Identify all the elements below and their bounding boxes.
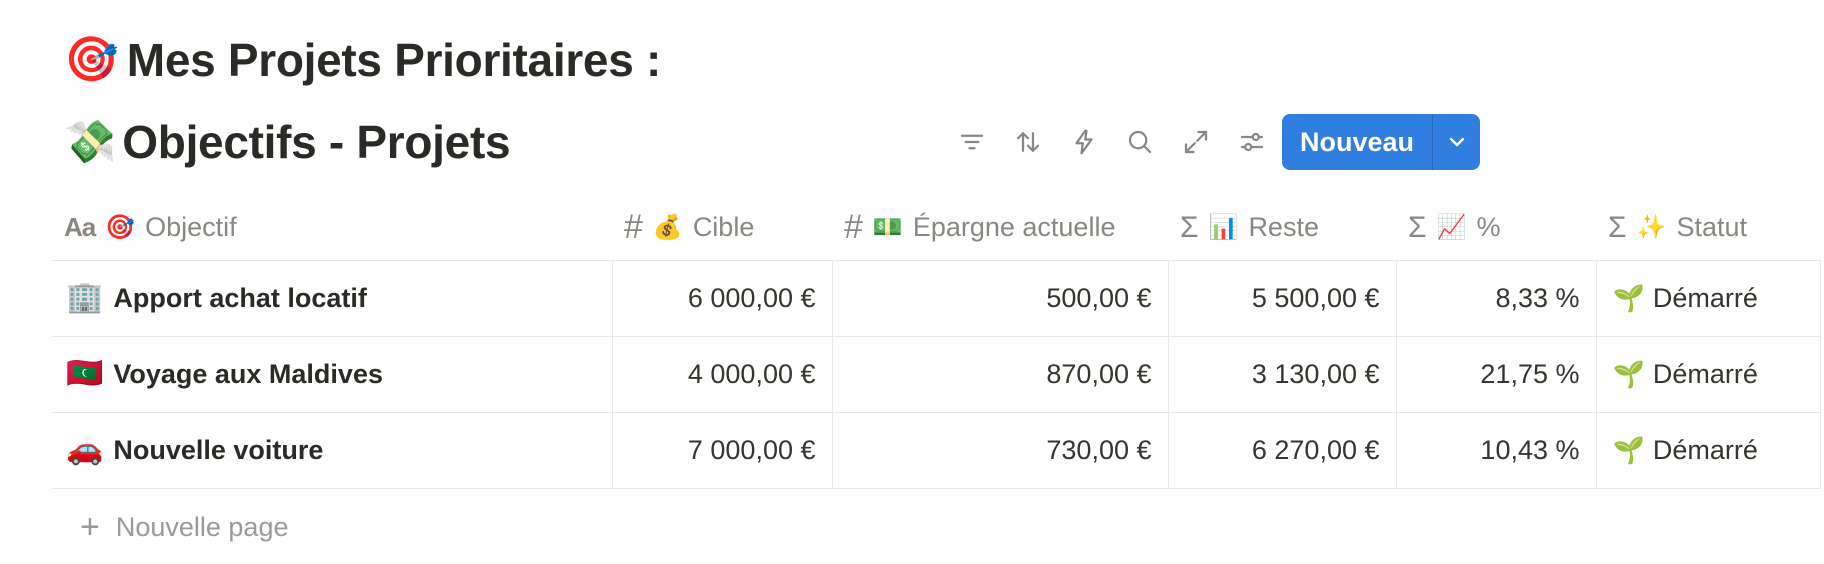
target-emoji-icon: 🎯 (64, 35, 119, 84)
column-label: % (1476, 212, 1501, 243)
plus-icon: + (80, 508, 100, 546)
automation-icon[interactable] (1056, 114, 1112, 170)
column-label: Objectif (145, 212, 237, 243)
column-header-objectif[interactable]: Aa 🎯 Objectif (52, 196, 612, 261)
money-wings-emoji-icon: 💸 (64, 118, 117, 165)
money-bag-emoji-icon: 💰 (652, 214, 683, 242)
database-table: Aa 🎯 Objectif # 💰 Cible # 💵 Épargne actu… (52, 196, 1821, 489)
formula-type-icon: Σ (1408, 210, 1427, 244)
database-title-text[interactable]: Objectifs - Projets (122, 115, 510, 169)
new-button-dropdown[interactable] (1432, 114, 1481, 170)
column-header-reste[interactable]: Σ 📊 Reste (1168, 196, 1396, 261)
column-label: Statut (1676, 212, 1747, 243)
status-label: Démarré (1652, 358, 1758, 389)
row-title[interactable]: Nouvelle voiture (113, 435, 323, 466)
office-building-emoji-icon: 🏢 (66, 281, 104, 314)
epargne-cell[interactable]: 870,00 € (832, 336, 1169, 413)
new-button-group: Nouveau (1282, 114, 1481, 170)
new-page-button[interactable]: + Nouvelle page (80, 502, 289, 552)
table-header-row: Aa 🎯 Objectif # 💰 Cible # 💵 Épargne actu… (52, 196, 1820, 261)
bar-chart-emoji-icon: 📊 (1208, 214, 1239, 242)
cible-cell[interactable]: 7 000,00 € (612, 412, 833, 489)
page-title: Mes Projets Prioritaires : (126, 34, 661, 86)
pourcentage-cell[interactable]: 10,43 % (1396, 412, 1597, 489)
table-row[interactable]: 🇲🇻 Voyage aux Maldives 4 000,00 € 870,00… (52, 336, 1821, 413)
sparkles-emoji-icon: ✨ (1636, 214, 1667, 242)
database-toolbar (944, 114, 1280, 170)
status-label: Démarré (1652, 282, 1758, 313)
statut-cell[interactable]: 🌱 Démarré (1596, 260, 1821, 337)
seedling-emoji-icon: 🌱 (1612, 358, 1645, 389)
cible-cell[interactable]: 4 000,00 € (612, 336, 833, 413)
new-button[interactable]: Nouveau (1282, 114, 1433, 170)
dollar-bill-emoji-icon: 💵 (872, 214, 903, 242)
number-type-icon: # (844, 208, 863, 247)
statut-cell[interactable]: 🌱 Démarré (1596, 412, 1821, 489)
objectif-cell[interactable]: 🚗 Nouvelle voiture (52, 412, 613, 489)
pourcentage-cell[interactable]: 21,75 % (1396, 336, 1597, 413)
epargne-cell[interactable]: 730,00 € (832, 412, 1169, 489)
seedling-emoji-icon: 🌱 (1612, 434, 1645, 465)
car-emoji-icon: 🚗 (66, 433, 104, 466)
chart-increasing-emoji-icon: 📈 (1436, 214, 1467, 242)
row-title[interactable]: Apport achat locatif (113, 283, 367, 314)
page-heading: 🎯 Mes Projets Prioritaires : (64, 30, 661, 90)
status-label: Démarré (1652, 434, 1758, 465)
column-label: Cible (692, 212, 755, 243)
column-header-epargne[interactable]: # 💵 Épargne actuelle (832, 196, 1168, 261)
reste-cell[interactable]: 3 130,00 € (1168, 336, 1397, 413)
new-page-label: Nouvelle page (115, 511, 289, 542)
table-row[interactable]: 🚗 Nouvelle voiture 7 000,00 € 730,00 € 6… (52, 412, 1821, 489)
filter-icon[interactable] (944, 114, 1000, 170)
expand-icon[interactable] (1168, 114, 1224, 170)
column-header-cible[interactable]: # 💰 Cible (612, 196, 832, 261)
pourcentage-cell[interactable]: 8,33 % (1396, 260, 1597, 337)
column-header-pourcentage[interactable]: Σ 📈 % (1396, 196, 1596, 261)
target-emoji-icon: 🎯 (105, 214, 136, 242)
reste-cell[interactable]: 6 270,00 € (1168, 412, 1397, 489)
objectif-cell[interactable]: 🏢 Apport achat locatif (52, 260, 613, 337)
database-title[interactable]: 💸 Objectifs - Projets (64, 112, 511, 172)
row-title[interactable]: Voyage aux Maldives (113, 359, 383, 390)
formula-type-icon: Σ (1180, 210, 1199, 244)
chevron-down-icon (1449, 137, 1464, 147)
seedling-emoji-icon: 🌱 (1612, 282, 1645, 313)
cible-cell[interactable]: 6 000,00 € (612, 260, 833, 337)
column-header-statut[interactable]: Σ ✨ Statut (1596, 196, 1820, 261)
column-label: Épargne actuelle (912, 212, 1116, 243)
table-row[interactable]: 🏢 Apport achat locatif 6 000,00 € 500,00… (52, 260, 1821, 337)
column-label: Reste (1248, 212, 1319, 243)
maldives-flag-emoji-icon: 🇲🇻 (66, 357, 104, 390)
number-type-icon: # (624, 208, 643, 247)
settings-icon[interactable] (1224, 114, 1280, 170)
objectif-cell[interactable]: 🇲🇻 Voyage aux Maldives (52, 336, 613, 413)
reste-cell[interactable]: 5 500,00 € (1168, 260, 1397, 337)
formula-type-icon: Σ (1608, 210, 1627, 244)
sort-icon[interactable] (1000, 114, 1056, 170)
search-icon[interactable] (1112, 114, 1168, 170)
text-type-icon: Aa (64, 212, 96, 243)
epargne-cell[interactable]: 500,00 € (832, 260, 1169, 337)
statut-cell[interactable]: 🌱 Démarré (1596, 336, 1821, 413)
